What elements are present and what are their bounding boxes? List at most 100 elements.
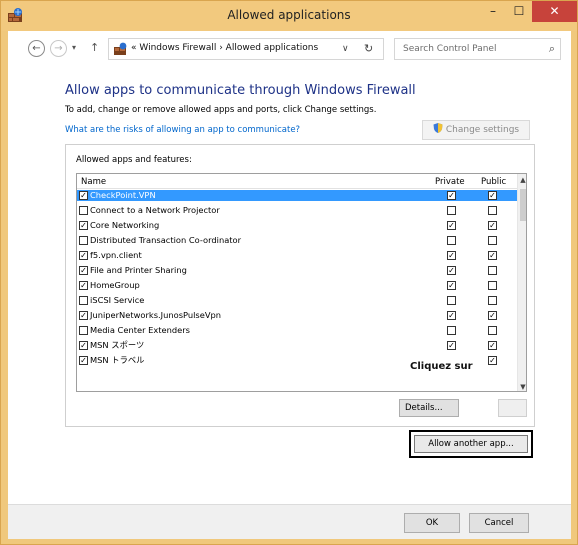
app-name: iSCSI Service <box>90 295 145 305</box>
app-name: HomeGroup <box>90 280 140 290</box>
public-checkbox[interactable]: ✓ <box>488 341 497 350</box>
allow-another-app-highlight: Allow another app... <box>409 430 533 458</box>
uac-shield-icon <box>433 123 443 133</box>
forward-button[interactable]: → <box>50 40 67 57</box>
list-item[interactable]: Distributed Transaction Co-ordinator <box>77 235 517 246</box>
scroll-up-arrow-icon[interactable]: ▲ <box>518 174 526 186</box>
list-header: Name Private Public <box>77 174 517 189</box>
ok-button[interactable]: OK <box>404 513 460 533</box>
private-checkbox[interactable]: ✓ <box>447 251 456 260</box>
public-checkbox[interactable] <box>488 206 497 215</box>
address-bar-row: ← → ▾ ↑ « Windows Firewall › Allowed app… <box>8 31 571 67</box>
list-item[interactable]: ✓ HomeGroup ✓ <box>77 280 517 291</box>
dialog-footer: OK Cancel <box>8 504 571 539</box>
app-name: Connect to a Network Projector <box>90 205 220 215</box>
app-name: Core Networking <box>90 220 160 230</box>
back-button[interactable]: ← <box>28 40 45 57</box>
public-checkbox[interactable] <box>488 296 497 305</box>
firewall-window: Allowed applications – ☐ ✕ ← → ▾ ↑ « Win… <box>0 0 578 545</box>
public-checkbox[interactable] <box>488 266 497 275</box>
change-settings-label: Change settings <box>445 125 520 135</box>
list-item[interactable]: ✓ MSN スポーツ ✓ ✓ <box>77 340 517 351</box>
private-checkbox[interactable]: ✓ <box>447 191 456 200</box>
public-checkbox[interactable] <box>488 236 497 245</box>
public-checkbox[interactable]: ✓ <box>488 311 497 320</box>
app-name: CheckPoint.VPN <box>90 190 156 200</box>
scroll-down-arrow-icon[interactable]: ▼ <box>518 381 526 391</box>
main-content: Allow apps to communicate through Window… <box>8 67 571 504</box>
column-header-private[interactable]: Private <box>435 177 465 187</box>
list-item[interactable]: ✓ File and Printer Sharing ✓ <box>77 265 517 276</box>
breadcrumb[interactable]: « Windows Firewall › Allowed application… <box>131 43 318 53</box>
title-bar[interactable]: Allowed applications – ☐ ✕ <box>1 1 577 31</box>
private-checkbox[interactable] <box>447 296 456 305</box>
enabled-checkbox[interactable] <box>79 206 88 215</box>
close-button[interactable]: ✕ <box>532 1 577 22</box>
risks-link[interactable]: What are the risks of allowing an app to… <box>65 125 300 135</box>
maximize-button[interactable]: ☐ <box>506 1 532 22</box>
enabled-checkbox[interactable]: ✓ <box>79 356 88 365</box>
change-settings-button[interactable]: Change settings <box>422 120 530 140</box>
page-title: Allow apps to communicate through Window… <box>65 83 416 98</box>
list-scrollbar[interactable]: ▲ ▼ <box>517 174 526 391</box>
enabled-checkbox[interactable]: ✓ <box>79 266 88 275</box>
minimize-button[interactable]: – <box>480 1 506 22</box>
allowed-apps-group: Allowed apps and features: Name Private … <box>65 144 535 427</box>
recent-locations-dropdown[interactable]: ▾ <box>72 43 76 52</box>
app-name: MSN トラベル <box>90 355 145 365</box>
private-checkbox[interactable]: ✓ <box>447 281 456 290</box>
group-title: Allowed apps and features: <box>76 155 192 165</box>
app-name: MSN スポーツ <box>90 340 145 350</box>
enabled-checkbox[interactable]: ✓ <box>79 281 88 290</box>
public-checkbox[interactable] <box>488 326 497 335</box>
cancel-button[interactable]: Cancel <box>469 513 529 533</box>
private-checkbox[interactable] <box>447 326 456 335</box>
enabled-checkbox[interactable]: ✓ <box>79 221 88 230</box>
private-checkbox[interactable]: ✓ <box>447 341 456 350</box>
address-bar[interactable]: « Windows Firewall › Allowed application… <box>108 38 384 60</box>
remove-button[interactable] <box>498 399 527 417</box>
enabled-checkbox[interactable] <box>79 326 88 335</box>
enabled-checkbox[interactable]: ✓ <box>79 251 88 260</box>
public-checkbox[interactable]: ✓ <box>488 356 497 365</box>
chevron-down-icon[interactable]: ∨ <box>342 44 349 54</box>
column-header-name[interactable]: Name <box>81 177 106 187</box>
enabled-checkbox[interactable]: ✓ <box>79 341 88 350</box>
app-name: Media Center Extenders <box>90 325 190 335</box>
list-item[interactable]: ✓ CheckPoint.VPN ✓ ✓ <box>77 190 517 201</box>
refresh-icon[interactable]: ↻ <box>364 42 373 55</box>
up-button[interactable]: ↑ <box>90 41 99 54</box>
app-name: JuniperNetworks.JunosPulseVpn <box>90 310 222 320</box>
details-button[interactable]: Details... <box>399 399 459 417</box>
scroll-thumb[interactable] <box>520 189 526 221</box>
enabled-checkbox[interactable]: ✓ <box>79 191 88 200</box>
app-name: File and Printer Sharing <box>90 265 187 275</box>
public-checkbox[interactable]: ✓ <box>488 221 497 230</box>
list-item[interactable]: ✓ JuniperNetworks.JunosPulseVpn ✓ ✓ <box>77 310 517 321</box>
enabled-checkbox[interactable]: ✓ <box>79 311 88 320</box>
search-icon[interactable]: ⌕ <box>549 42 555 56</box>
public-checkbox[interactable] <box>488 281 497 290</box>
control-panel-icon <box>114 42 127 55</box>
list-item[interactable]: ✓ Core Networking ✓ ✓ <box>77 220 517 231</box>
app-name: f5.vpn.client <box>90 250 142 260</box>
list-item[interactable]: Media Center Extenders <box>77 325 517 336</box>
client-area: ← → ▾ ↑ « Windows Firewall › Allowed app… <box>8 31 571 539</box>
private-checkbox[interactable] <box>447 236 456 245</box>
list-item[interactable]: iSCSI Service <box>77 295 517 306</box>
search-input[interactable]: Search Control Panel ⌕ <box>394 38 561 60</box>
annotation-callout: Cliquez sur <box>402 354 480 380</box>
private-checkbox[interactable]: ✓ <box>447 266 456 275</box>
public-checkbox[interactable]: ✓ <box>488 251 497 260</box>
column-header-public[interactable]: Public <box>481 177 506 187</box>
enabled-checkbox[interactable] <box>79 236 88 245</box>
private-checkbox[interactable]: ✓ <box>447 311 456 320</box>
private-checkbox[interactable]: ✓ <box>447 221 456 230</box>
public-checkbox[interactable]: ✓ <box>488 191 497 200</box>
page-subtitle: To add, change or remove allowed apps an… <box>65 105 377 115</box>
list-item[interactable]: Connect to a Network Projector <box>77 205 517 216</box>
allow-another-app-button[interactable]: Allow another app... <box>414 435 528 453</box>
enabled-checkbox[interactable] <box>79 296 88 305</box>
private-checkbox[interactable] <box>447 206 456 215</box>
list-item[interactable]: ✓ f5.vpn.client ✓ ✓ <box>77 250 517 261</box>
